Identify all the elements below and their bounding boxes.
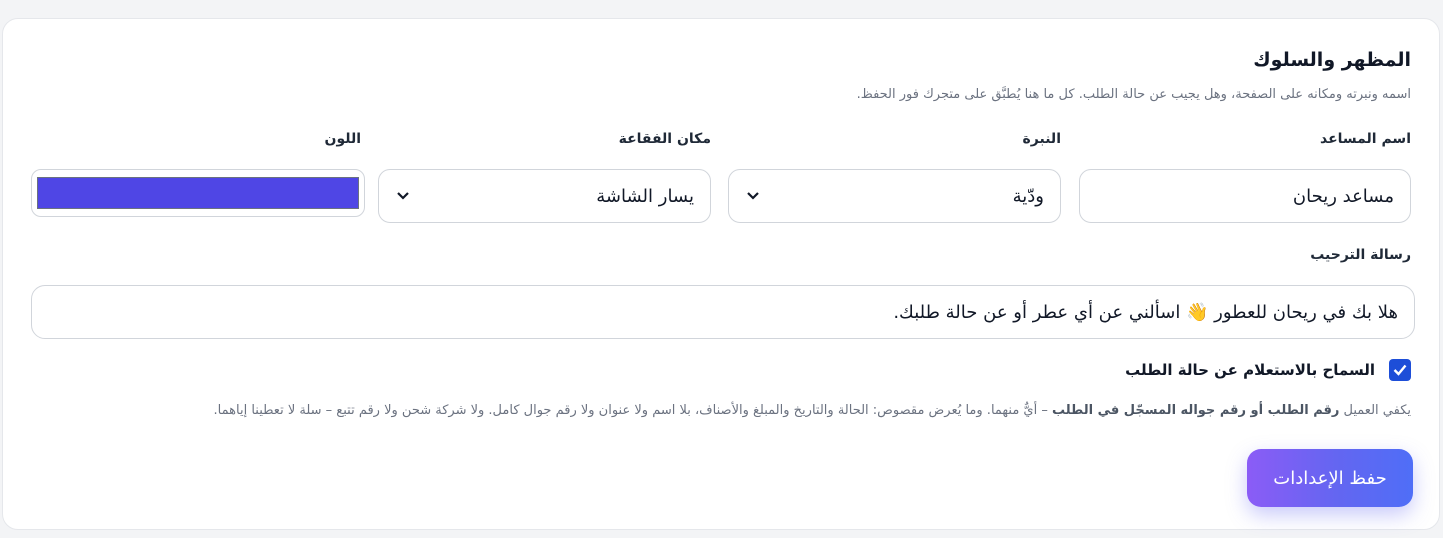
assistant-name-value: مساعد ريحان [1292,185,1394,207]
section-subtitle: اسمه ونبرته ومكانه على الصفحة، وهل يجيب … [856,87,1411,102]
chevron-down-icon [395,188,411,204]
order-lookup-option[interactable]: السماح بالاستعلام عن حالة الطلب [1125,359,1411,381]
assistant-name-input[interactable]: مساعد ريحان [1079,169,1411,223]
order-lookup-hint: يكفي العميل رقم الطلب أو رقم جواله المسج… [214,403,1411,418]
chevron-down-icon [745,188,761,204]
welcome-message-label: رسالة الترحيب [1310,247,1411,263]
hint-prefix: يكفي العميل [1339,403,1411,418]
welcome-message-input[interactable]: هلا بك في ريحان للعطور 👋 اسألني عن أي عط… [31,285,1415,339]
bubble-position-select[interactable]: يسار الشاشة [378,169,711,223]
color-picker[interactable] [31,169,365,217]
hint-suffix: – أيٌّ منهما. وما يُعرض مقصوص: الحالة وا… [213,403,1052,418]
appearance-settings-card: المظهر والسلوك اسمه ونبرته ومكانه على ال… [2,18,1440,530]
order-lookup-label: السماح بالاستعلام عن حالة الطلب [1125,361,1375,379]
assistant-name-label: اسم المساعد [1319,131,1411,147]
tone-value: ودّية [1012,185,1044,207]
color-swatch [37,177,359,209]
check-icon [1393,364,1407,376]
tone-label: النبرة [1022,131,1061,147]
bubble-position-value: يسار الشاشة [596,185,694,207]
section-title: المظهر والسلوك [1253,49,1411,71]
save-settings-button[interactable]: حفظ الإعدادات [1247,449,1413,507]
bubble-position-label: مكان الفقاعة [618,131,711,147]
hint-bold: رقم الطلب أو رقم جواله المسجّل في الطلب [1051,403,1340,418]
welcome-message-value: هلا بك في ريحان للعطور 👋 اسألني عن أي عط… [893,301,1398,323]
order-lookup-checkbox[interactable] [1389,359,1411,381]
tone-select[interactable]: ودّية [728,169,1061,223]
color-label: اللون [324,131,362,147]
